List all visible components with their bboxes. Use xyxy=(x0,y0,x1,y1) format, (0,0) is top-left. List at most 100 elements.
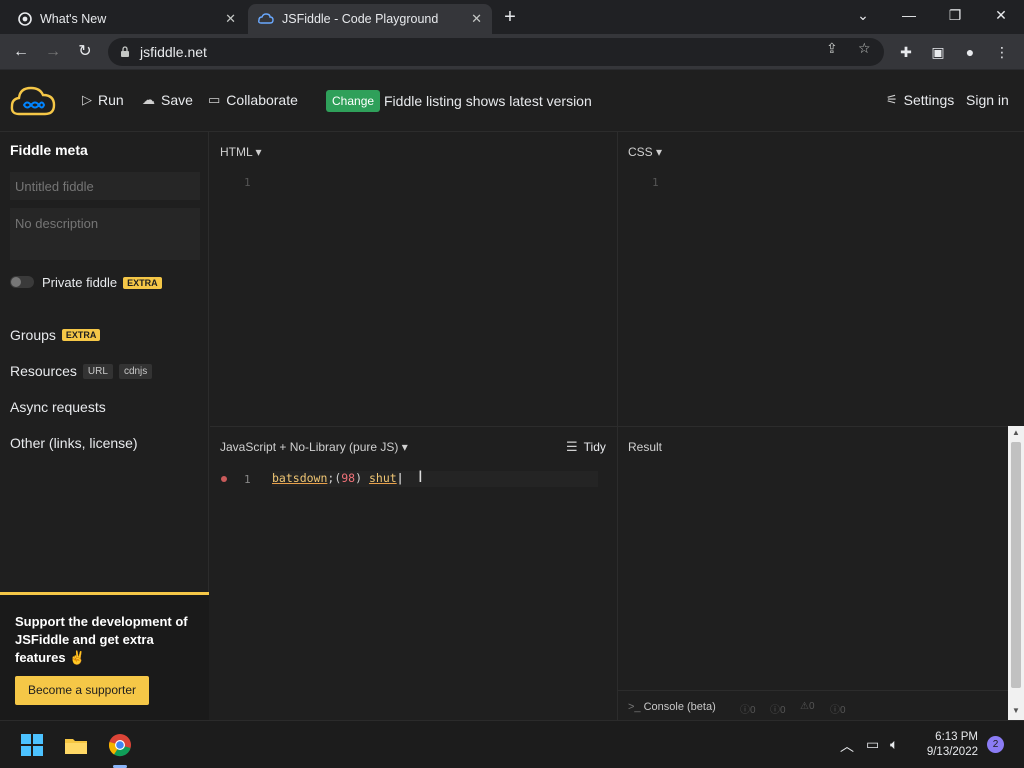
window-close-icon[interactable]: ✕ xyxy=(978,4,1024,28)
url-badge[interactable]: URL xyxy=(82,363,113,379)
fiddle-description-input[interactable] xyxy=(10,208,200,260)
chevron-down-icon[interactable]: ⌄ xyxy=(840,4,886,28)
html-panel[interactable]: HTML ▾ 1 xyxy=(210,132,617,426)
new-tab-button[interactable]: + xyxy=(498,6,522,30)
private-fiddle-label: Private fiddle EXTRA xyxy=(42,275,162,290)
console-warn-count: ⚠0 xyxy=(800,701,815,712)
css-panel[interactable]: CSS ▾ 1 xyxy=(618,132,1024,426)
terminal-icon: >_ xyxy=(628,701,644,713)
css-language-selector[interactable]: CSS ▾ xyxy=(628,145,662,159)
sidebar-item-other[interactable]: Other (links, license) xyxy=(10,435,138,451)
reload-icon[interactable]: ↻ xyxy=(72,40,98,64)
console-info-count: ⓘ0 xyxy=(770,705,786,716)
supporter-promo: Support the development of JSFiddle and … xyxy=(0,592,209,720)
result-scrollbar[interactable]: ▲ ▼ xyxy=(1008,426,1024,720)
tidy-button[interactable]: ☰ Tidy xyxy=(566,439,606,455)
settings-label: Settings xyxy=(903,92,955,108)
code-line[interactable]: batsdown;(98) shut| xyxy=(272,471,404,485)
volume-icon[interactable]: 🔈︎ xyxy=(890,736,898,753)
settings-button[interactable]: ⚟ Settings xyxy=(886,92,954,108)
close-icon[interactable]: ✕ xyxy=(471,11,482,27)
groups-label: Groups xyxy=(10,327,56,343)
javascript-panel[interactable]: JavaScript + No-Library (pure JS) ▾ ☰ Ti… xyxy=(210,427,617,720)
result-panel[interactable]: Result xyxy=(618,427,1008,690)
omnibox[interactable]: jsfiddle.net xyxy=(108,38,884,66)
back-arrow-icon[interactable]: ← xyxy=(8,40,34,64)
sidebar-item-async-requests[interactable]: Async requests xyxy=(10,399,106,415)
windows-taskbar: ︿ ▭ 🔈︎ 6:13 PM 9/13/2022 2 xyxy=(0,720,1024,768)
code-token: 98 xyxy=(341,471,356,485)
sign-in-link[interactable]: Sign in xyxy=(966,92,1009,108)
sidebar-toggle-icon[interactable]: ▣ xyxy=(926,40,950,64)
extensions-icon[interactable]: ✚ xyxy=(894,40,918,64)
change-notice: Fiddle listing shows latest version xyxy=(384,93,592,109)
line-number: 1 xyxy=(244,473,251,486)
console-error-count: ⓘ0 xyxy=(830,705,846,716)
tab-jsfiddle[interactable]: JSFiddle - Code Playground ✕ xyxy=(248,4,492,34)
text-cursor: | xyxy=(396,471,404,485)
fiddle-title-input[interactable] xyxy=(10,172,200,200)
run-button[interactable]: ▷ Run xyxy=(82,92,124,108)
browser-tab-bar: What's New ✕ JSFiddle - Code Playground … xyxy=(0,0,1024,34)
minimize-icon[interactable]: — xyxy=(886,4,932,28)
profile-icon[interactable]: ● xyxy=(958,40,982,64)
count-value: 0 xyxy=(840,705,846,716)
scroll-down-icon[interactable]: ▼ xyxy=(1008,704,1024,718)
url-text: jsfiddle.net xyxy=(140,44,207,60)
clock-date: 9/13/2022 xyxy=(926,746,978,758)
line-number: 1 xyxy=(652,176,659,189)
code-token: ;( xyxy=(327,471,342,485)
save-button[interactable]: ☁ Save xyxy=(142,92,193,108)
extra-badge: EXTRA xyxy=(123,277,162,289)
star-icon[interactable]: ☆ xyxy=(858,40,871,57)
file-explorer-icon[interactable] xyxy=(62,731,90,759)
cloud-upload-icon: ☁ xyxy=(142,92,155,107)
async-label: Async requests xyxy=(10,399,106,415)
sliders-icon: ⚟ xyxy=(886,92,898,107)
extra-badge: EXTRA xyxy=(61,329,101,341)
tab-whats-new[interactable]: What's New ✕ xyxy=(8,4,246,34)
code-token: shut xyxy=(368,471,397,485)
restore-icon[interactable]: ❐ xyxy=(932,4,978,28)
close-icon[interactable]: ✕ xyxy=(225,11,236,27)
system-clock[interactable]: 6:13 PM 9/13/2022 xyxy=(918,730,978,760)
sidebar-item-resources[interactable]: Resources URL cdnjs xyxy=(10,363,153,379)
ibeam-cursor-icon: I xyxy=(418,467,423,486)
change-badge[interactable]: Change xyxy=(326,90,381,112)
error-marker-icon xyxy=(221,476,227,482)
chevron-up-icon[interactable]: ︿ xyxy=(840,736,854,756)
forward-arrow-icon[interactable]: → xyxy=(40,40,66,64)
collaborate-label: Collaborate xyxy=(226,92,298,108)
become-supporter-button[interactable]: Become a supporter xyxy=(15,676,149,705)
lines-icon: ☰ xyxy=(566,439,578,454)
private-fiddle-toggle[interactable] xyxy=(10,276,34,288)
address-bar: ← → ↻ jsfiddle.net ⇪ ☆ xyxy=(0,34,1024,70)
jsfiddle-logo-icon[interactable] xyxy=(10,84,56,118)
chat-icon: ▭ xyxy=(208,92,221,107)
chrome-taskbar-icon[interactable] xyxy=(106,731,134,759)
js-language-selector[interactable]: JavaScript + No-Library (pure JS) ▾ xyxy=(220,440,408,454)
share-icon[interactable]: ⇪ xyxy=(826,40,838,57)
collaborate-button[interactable]: ▭ Collaborate xyxy=(208,92,298,108)
notification-badge[interactable]: 2 xyxy=(987,736,1004,753)
menu-kebab-icon[interactable]: ⋮ xyxy=(990,40,1014,64)
horizontal-gutter[interactable] xyxy=(210,426,1008,427)
scroll-up-icon[interactable]: ▲ xyxy=(1008,426,1024,440)
promo-text: Support the development of JSFiddle and … xyxy=(15,614,188,665)
sidebar-item-groups[interactable]: Groups EXTRA xyxy=(10,327,101,343)
lock-icon xyxy=(121,46,129,57)
code-token: batsdown xyxy=(272,471,328,485)
console-bar[interactable]: >_ Console (beta) ⓘ0 ⓘ0 ⚠0 ⓘ0 xyxy=(618,690,1008,720)
windows-start-icon[interactable] xyxy=(18,731,46,759)
signin-label: Sign in xyxy=(966,92,1009,108)
html-language-selector[interactable]: HTML ▾ xyxy=(220,145,262,159)
network-icon[interactable]: ▭ xyxy=(866,736,879,753)
console-label[interactable]: >_ Console (beta) xyxy=(628,701,716,713)
cdnjs-badge[interactable]: cdnjs xyxy=(118,363,153,379)
private-label-text: Private fiddle xyxy=(42,275,118,290)
chrome-favicon-icon xyxy=(18,12,32,26)
scroll-thumb[interactable] xyxy=(1011,442,1021,688)
tab-title: What's New xyxy=(40,12,107,26)
fiddle-meta-sidebar: Fiddle meta Private fiddle EXTRA Groups EX… xyxy=(0,132,209,720)
tidy-label: Tidy xyxy=(583,440,606,454)
